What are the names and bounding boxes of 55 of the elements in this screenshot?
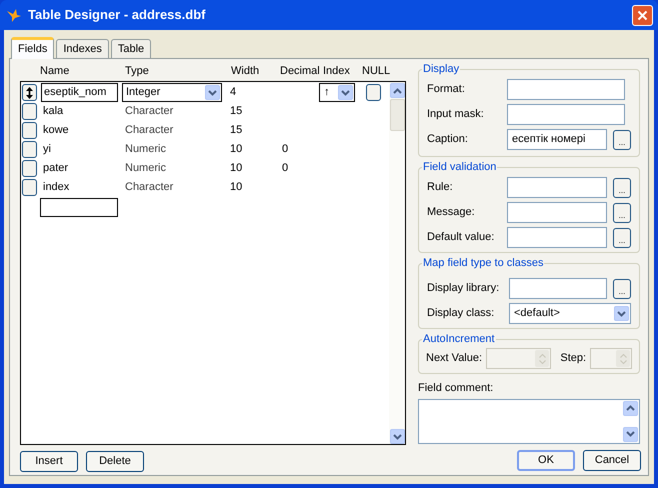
- table-cell: yi: [43, 143, 51, 156]
- field-label: Input mask:: [427, 107, 485, 122]
- builder-button[interactable]: ...: [613, 278, 631, 298]
- field-label: Next Value:: [426, 351, 482, 366]
- type-dropdown[interactable]: Integer: [122, 83, 222, 102]
- table-cell: kowe: [43, 124, 69, 136]
- table-cell: Character: [125, 124, 174, 136]
- column-header: Width: [231, 64, 260, 76]
- column-header: Name: [40, 64, 70, 76]
- ok-button[interactable]: OK: [517, 450, 575, 470]
- table-cell: 15: [230, 124, 242, 136]
- field-label: Field comment:: [418, 382, 494, 394]
- table-cell: Character: [125, 105, 174, 118]
- field-label: Rule:: [427, 181, 453, 194]
- name-field[interactable]: eseptik_nom: [41, 83, 118, 102]
- table-cell: Character: [125, 181, 174, 194]
- table-cell: 4: [230, 86, 236, 98]
- tab[interactable]: Table: [110, 39, 152, 58]
- tab[interactable]: Fields: [11, 37, 54, 59]
- class-dropdown[interactable]: <default>: [509, 303, 631, 324]
- field-label: Display library:: [427, 282, 500, 294]
- insert-button[interactable]: Insert: [20, 451, 78, 472]
- input-field[interactable]: есептік номері: [507, 129, 607, 150]
- tab[interactable]: Indexes: [56, 39, 109, 58]
- field-label: Display class:: [427, 307, 494, 320]
- field-label: Step:: [560, 351, 586, 366]
- table-cell: Numeric: [125, 162, 166, 174]
- builder-button[interactable]: ...: [613, 130, 631, 150]
- cancel-button[interactable]: Cancel: [583, 450, 641, 470]
- table-cell: 15: [230, 105, 242, 118]
- table-cell: kala: [43, 105, 64, 118]
- column-header: NULL: [362, 64, 390, 76]
- table-cell: pater: [43, 162, 68, 174]
- table-cell: Numeric: [125, 143, 166, 156]
- group-title: Display: [422, 62, 460, 76]
- builder-button[interactable]: ...: [613, 202, 631, 222]
- column-header: Decimal: [280, 64, 320, 76]
- table-cell: 10: [230, 181, 242, 194]
- delete-button[interactable]: Delete: [86, 451, 144, 472]
- builder-button[interactable]: ...: [613, 178, 631, 198]
- field-label: Default value:: [427, 231, 494, 244]
- index-dropdown[interactable]: ↑: [319, 83, 355, 102]
- table-cell: 0: [282, 143, 288, 156]
- builder-button[interactable]: ...: [613, 228, 631, 248]
- field-label: Format:: [427, 82, 466, 98]
- field-label: Caption:: [427, 133, 468, 146]
- column-header: Type: [125, 64, 149, 76]
- table-cell: 10: [230, 143, 242, 156]
- table-cell: 10: [230, 162, 242, 174]
- group-title: Map field type to classes: [422, 256, 544, 270]
- column-header: Index: [323, 64, 350, 76]
- window-title: Table Designer - address.dbf: [28, 6, 206, 24]
- table-cell: index: [43, 181, 70, 194]
- field-label: Message:: [427, 206, 475, 218]
- table-cell: 0: [282, 162, 288, 174]
